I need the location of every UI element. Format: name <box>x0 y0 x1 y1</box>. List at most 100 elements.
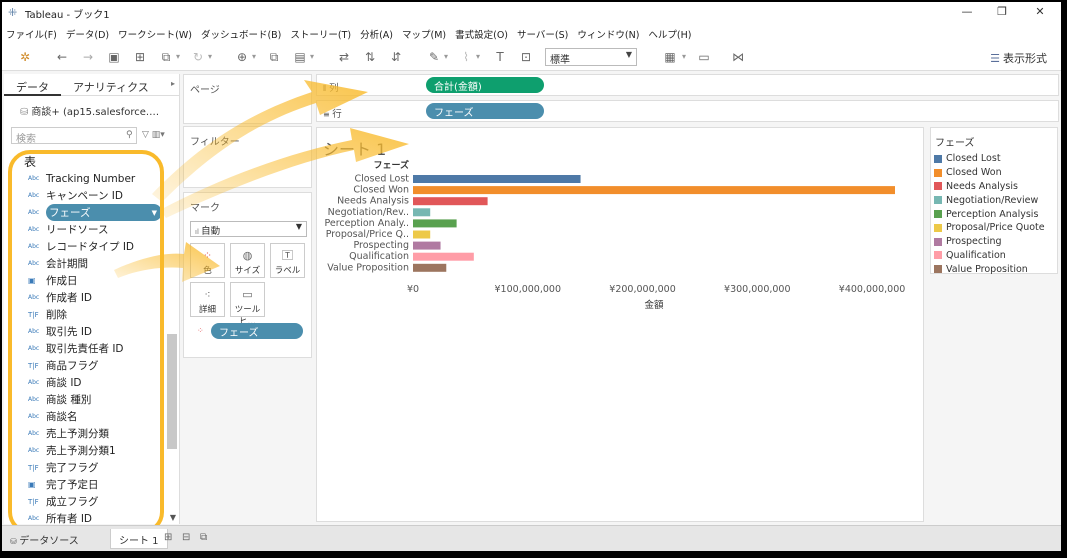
field-item[interactable]: Abc 商談 種別 <box>28 391 168 408</box>
fit-select[interactable]: 標準 ▼ <box>545 48 637 66</box>
bar-chart[interactable]: フェーズ Closed LostClosed WonNeeds AnalysisN… <box>317 128 923 521</box>
sort-ascending-icon[interactable]: ⇅ <box>362 49 378 65</box>
menu-data[interactable]: データ(D) <box>66 27 109 41</box>
field-item[interactable]: Abc Tracking Number <box>28 170 168 187</box>
legend-item[interactable]: Perception Analysis <box>934 207 1045 221</box>
color-legend[interactable]: フェーズ Closed Lost Closed Won Needs Analysis… <box>930 127 1058 275</box>
field-item[interactable]: T|F 成立フラグ <box>28 493 168 510</box>
field-item[interactable]: Abc 会計期間 <box>28 255 168 272</box>
label-icon[interactable]: T <box>492 49 508 65</box>
chevron-down-icon[interactable]: ▼ <box>152 209 157 217</box>
presentation-mode-icon[interactable]: ▭ <box>696 49 712 65</box>
field-item[interactable]: T|F 商品フラグ <box>28 357 168 374</box>
chevron-down-icon[interactable]: ▾ <box>474 49 482 65</box>
highlight-icon[interactable]: ✎ <box>426 49 442 65</box>
search-input[interactable]: 検索 <box>11 127 137 145</box>
chevron-down-icon[interactable]: ▾ <box>250 49 258 65</box>
bar[interactable] <box>413 208 431 217</box>
bar[interactable] <box>413 186 895 195</box>
legend-item[interactable]: Closed Won <box>934 166 1045 180</box>
legend-item[interactable]: Negotiation/Review <box>934 193 1045 207</box>
legend-item[interactable]: Closed Lost <box>934 152 1045 166</box>
minimize-button[interactable]: — <box>957 5 977 18</box>
columns-shelf[interactable]: ⦀ 列 合計(金額) <box>316 74 1059 96</box>
tab-analytics[interactable]: アナリティクス <box>61 74 161 96</box>
field-item[interactable]: Abc 取引先責任者 ID <box>28 340 168 357</box>
menu-dashboard[interactable]: ダッシュボード(B) <box>201 27 281 41</box>
datasource-tab[interactable]: ⛁ データソース <box>10 532 79 547</box>
label-button[interactable]: 🅃 ラベル <box>270 243 305 278</box>
field-item[interactable]: Abc 商談 ID <box>28 374 168 391</box>
swap-icon[interactable]: ⇄ <box>336 49 352 65</box>
legend-item[interactable]: Prospecting <box>934 235 1045 249</box>
undo-icon[interactable]: ← <box>54 49 70 65</box>
save-icon[interactable]: ▣ <box>106 49 122 65</box>
menu-server[interactable]: サーバー(S) <box>517 27 568 41</box>
refresh-icon[interactable]: ↻ <box>190 49 206 65</box>
pages-card[interactable]: ページ <box>183 74 312 124</box>
menu-map[interactable]: マップ(M) <box>402 27 446 41</box>
rows-phase-pill[interactable]: フェーズ <box>426 103 544 119</box>
field-item[interactable]: Abc 売上予測分類 <box>28 425 168 442</box>
bar[interactable] <box>413 175 581 183</box>
size-button[interactable]: ◍ サイズ <box>230 243 265 278</box>
color-button[interactable]: ⁘ 色 <box>190 243 225 278</box>
bar[interactable] <box>413 197 488 206</box>
redo-icon[interactable]: → <box>80 49 96 65</box>
share-icon[interactable]: ⋈ <box>730 49 746 65</box>
field-item[interactable]: Abc キャンペーン ID <box>28 187 168 204</box>
menu-story[interactable]: ストーリー(T) <box>290 27 351 41</box>
bar[interactable] <box>413 263 447 272</box>
new-worksheet-icon[interactable]: ⊞ <box>164 532 172 543</box>
bar[interactable] <box>413 219 457 228</box>
field-item[interactable]: Abc 売上予測分類1 <box>28 442 168 459</box>
field-item[interactable]: Abc フェーズ ▼ <box>28 204 162 221</box>
legend-item[interactable]: Needs Analysis <box>934 180 1045 194</box>
field-item[interactable]: ▣ 完了予定日 <box>28 476 168 493</box>
menu-format[interactable]: 書式設定(O) <box>455 27 508 41</box>
tableau-home-icon[interactable]: ✲ <box>17 49 33 65</box>
marks-phase-pill[interactable]: フェーズ <box>211 323 303 339</box>
group-icon[interactable]: ⌇ <box>458 49 474 65</box>
sheet-tab[interactable]: シート 1 <box>110 529 168 549</box>
chevron-down-icon[interactable]: ▾ <box>206 49 214 65</box>
sort-descending-icon[interactable]: ⇵ <box>388 49 404 65</box>
tooltip-button[interactable]: ▭ ツールヒ… <box>230 282 265 327</box>
field-item[interactable]: Abc 商談名 <box>28 408 168 425</box>
pane-menu-icon[interactable]: ▸ <box>171 79 175 88</box>
field-item[interactable]: ▣ 作成日 <box>28 272 168 289</box>
show-me-button[interactable]: ☰ 表示形式 <box>990 50 1047 66</box>
menu-analysis[interactable]: 分析(A) <box>360 27 393 41</box>
new-worksheet-icon[interactable]: ⊕ <box>234 49 250 65</box>
pause-update-icon[interactable]: ⧉ <box>158 49 174 65</box>
show-cards-icon[interactable]: ▦ <box>662 49 678 65</box>
columns-sum-amount-pill[interactable]: 合計(金額) <box>426 77 544 93</box>
field-item[interactable]: Abc 作成者 ID <box>28 289 168 306</box>
legend-item[interactable]: Proposal/Price Quote <box>934 221 1045 235</box>
scroll-down-icon[interactable]: ▼ <box>170 513 176 522</box>
duplicate-icon[interactable]: ⧉ <box>266 49 282 65</box>
chevron-down-icon[interactable]: ▾ <box>174 49 182 65</box>
legend-item[interactable]: Qualification <box>934 249 1045 263</box>
datasource-item[interactable]: ⛁ 商談+ (ap15.salesforce.… <box>20 103 159 118</box>
bar[interactable] <box>413 230 431 239</box>
close-button[interactable]: ✕ <box>1030 5 1050 18</box>
field-item[interactable]: Abc レコードタイプ ID <box>28 238 168 255</box>
menu-window[interactable]: ウィンドウ(N) <box>577 27 639 41</box>
visualization-area[interactable]: シート 1 フェーズ Closed Lost Closed Won Needs Ana… <box>316 127 924 522</box>
menu-file[interactable]: ファイル(F) <box>6 27 57 41</box>
restore-button[interactable]: ❐ <box>992 5 1012 18</box>
new-dashboard-icon[interactable]: ⊟ <box>182 532 190 543</box>
field-item[interactable]: T|F 削除 <box>28 306 168 323</box>
bar[interactable] <box>413 252 474 261</box>
field-item[interactable]: T|F 完了フラグ <box>28 459 168 476</box>
fix-axes-icon[interactable]: ⊡ <box>518 49 534 65</box>
scrollbar[interactable] <box>167 334 177 449</box>
chevron-down-icon[interactable]: ▾ <box>680 49 688 65</box>
tab-data[interactable]: データ <box>4 74 61 96</box>
clear-sheet-icon[interactable]: ▤ <box>292 49 308 65</box>
chevron-down-icon[interactable]: ▾ <box>308 49 316 65</box>
mark-type-select[interactable]: ıl 自動 ▼ <box>190 221 307 237</box>
filter-icon[interactable]: ▽ ▥▾ <box>142 130 165 140</box>
chevron-down-icon[interactable]: ▾ <box>442 49 450 65</box>
